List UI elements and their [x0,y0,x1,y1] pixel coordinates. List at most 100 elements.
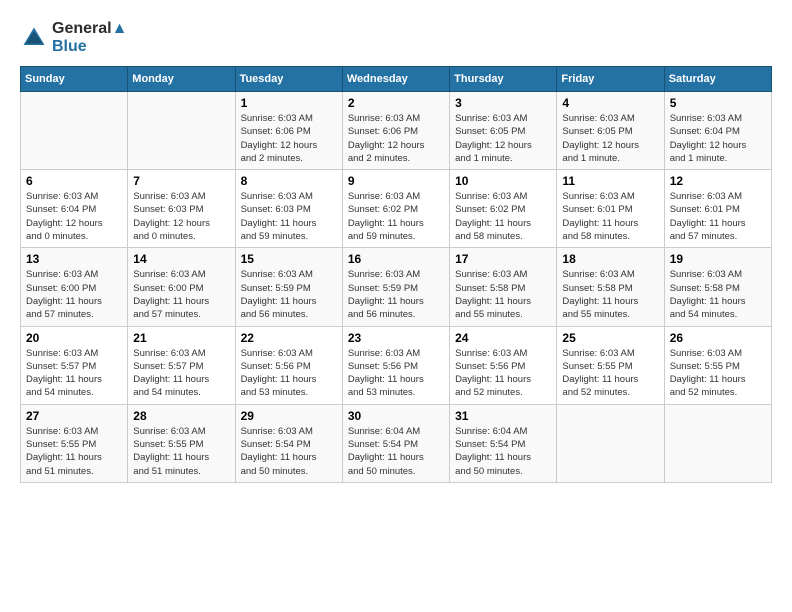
calendar-cell: 9 Sunrise: 6:03 AM Sunset: 6:02 PM Daylig… [342,170,449,248]
calendar-cell: 4Sunrise: 6:03 AM Sunset: 6:05 PM Daylig… [557,92,664,170]
day-number: 27 [26,409,122,423]
calendar-cell: 29 Sunrise: 6:03 AM Sunset: 5:54 PM Dayli… [235,404,342,482]
day-info: Sunrise: 6:03 AM Sunset: 6:04 PM Dayligh… [670,112,766,165]
day-info: Sunrise: 6:03 AM Sunset: 6:05 PM Dayligh… [562,112,658,165]
calendar-cell: 21 Sunrise: 6:03 AM Sunset: 5:57 PM Dayli… [128,326,235,404]
calendar-cell: 22Sunrise: 6:03 AM Sunset: 5:56 PM Dayli… [235,326,342,404]
header: General▲ Blue [20,20,772,56]
day-info: Sunrise: 6:03 AM Sunset: 6:06 PM Dayligh… [241,112,337,165]
day-number: 28 [133,409,229,423]
calendar-cell: 26 Sunrise: 6:03 AM Sunset: 5:55 PM Dayli… [664,326,771,404]
day-number: 11 [562,174,658,188]
day-number: 24 [455,331,551,345]
day-number: 23 [348,331,444,345]
day-number: 20 [26,331,122,345]
calendar-cell: 8 Sunrise: 6:03 AM Sunset: 6:03 PM Daylig… [235,170,342,248]
day-number: 8 [241,174,337,188]
weekday-header-row: SundayMondayTuesdayWednesdayThursdayFrid… [21,67,772,92]
calendar-cell: 3Sunrise: 6:03 AM Sunset: 6:05 PM Daylig… [450,92,557,170]
day-number: 17 [455,252,551,266]
day-number: 2 [348,96,444,110]
calendar-cell: 10 Sunrise: 6:03 AM Sunset: 6:02 PM Dayli… [450,170,557,248]
day-info: Sunrise: 6:03 AM Sunset: 6:03 PM Dayligh… [241,190,337,243]
day-info: Sunrise: 6:03 AM Sunset: 5:55 PM Dayligh… [670,347,766,400]
day-number: 25 [562,331,658,345]
day-info: Sunrise: 6:03 AM Sunset: 5:57 PM Dayligh… [133,347,229,400]
calendar-cell [21,92,128,170]
day-number: 19 [670,252,766,266]
calendar-cell: 30Sunrise: 6:04 AM Sunset: 5:54 PM Dayli… [342,404,449,482]
day-info: Sunrise: 6:03 AM Sunset: 5:55 PM Dayligh… [26,425,122,478]
calendar-cell: 7Sunrise: 6:03 AM Sunset: 6:03 PM Daylig… [128,170,235,248]
day-info: Sunrise: 6:03 AM Sunset: 6:00 PM Dayligh… [26,268,122,321]
calendar-cell: 19 Sunrise: 6:03 AM Sunset: 5:58 PM Dayli… [664,248,771,326]
day-number: 9 [348,174,444,188]
day-number: 7 [133,174,229,188]
day-number: 31 [455,409,551,423]
calendar-cell: 25 Sunrise: 6:03 AM Sunset: 5:55 PM Dayli… [557,326,664,404]
calendar-cell: 18 Sunrise: 6:03 AM Sunset: 5:58 PM Dayli… [557,248,664,326]
weekday-header-friday: Friday [557,67,664,92]
day-info: Sunrise: 6:04 AM Sunset: 5:54 PM Dayligh… [348,425,444,478]
calendar-cell: 20 Sunrise: 6:03 AM Sunset: 5:57 PM Dayli… [21,326,128,404]
day-info: Sunrise: 6:03 AM Sunset: 5:59 PM Dayligh… [241,268,337,321]
day-info: Sunrise: 6:03 AM Sunset: 5:57 PM Dayligh… [26,347,122,400]
day-info: Sunrise: 6:03 AM Sunset: 5:56 PM Dayligh… [455,347,551,400]
weekday-header-monday: Monday [128,67,235,92]
day-info: Sunrise: 6:03 AM Sunset: 6:02 PM Dayligh… [455,190,551,243]
calendar-cell: 12 Sunrise: 6:03 AM Sunset: 6:01 PM Dayli… [664,170,771,248]
calendar-cell: 27 Sunrise: 6:03 AM Sunset: 5:55 PM Dayli… [21,404,128,482]
day-number: 10 [455,174,551,188]
calendar-cell: 15Sunrise: 6:03 AM Sunset: 5:59 PM Dayli… [235,248,342,326]
calendar-cell: 5Sunrise: 6:03 AM Sunset: 6:04 PM Daylig… [664,92,771,170]
day-info: Sunrise: 6:03 AM Sunset: 6:02 PM Dayligh… [348,190,444,243]
weekday-header-thursday: Thursday [450,67,557,92]
day-info: Sunrise: 6:03 AM Sunset: 6:01 PM Dayligh… [562,190,658,243]
logo: General▲ Blue [20,20,127,56]
calendar-cell [557,404,664,482]
day-number: 16 [348,252,444,266]
day-number: 13 [26,252,122,266]
day-info: Sunrise: 6:03 AM Sunset: 5:58 PM Dayligh… [455,268,551,321]
day-info: Sunrise: 6:03 AM Sunset: 6:06 PM Dayligh… [348,112,444,165]
day-number: 18 [562,252,658,266]
day-number: 1 [241,96,337,110]
day-number: 26 [670,331,766,345]
calendar-cell: 23 Sunrise: 6:03 AM Sunset: 5:56 PM Dayli… [342,326,449,404]
calendar-cell: 24 Sunrise: 6:03 AM Sunset: 5:56 PM Dayli… [450,326,557,404]
weekday-header-sunday: Sunday [21,67,128,92]
day-info: Sunrise: 6:03 AM Sunset: 5:55 PM Dayligh… [562,347,658,400]
week-row-1: 1 Sunrise: 6:03 AM Sunset: 6:06 PM Daylig… [21,92,772,170]
week-row-5: 27 Sunrise: 6:03 AM Sunset: 5:55 PM Dayli… [21,404,772,482]
week-row-4: 20 Sunrise: 6:03 AM Sunset: 5:57 PM Dayli… [21,326,772,404]
calendar-cell: 17 Sunrise: 6:03 AM Sunset: 5:58 PM Dayli… [450,248,557,326]
calendar-cell [664,404,771,482]
day-number: 29 [241,409,337,423]
day-info: Sunrise: 6:04 AM Sunset: 5:54 PM Dayligh… [455,425,551,478]
day-info: Sunrise: 6:03 AM Sunset: 5:58 PM Dayligh… [670,268,766,321]
day-number: 22 [241,331,337,345]
calendar-cell: 11 Sunrise: 6:03 AM Sunset: 6:01 PM Dayli… [557,170,664,248]
calendar-cell: 31 Sunrise: 6:04 AM Sunset: 5:54 PM Dayli… [450,404,557,482]
week-row-3: 13 Sunrise: 6:03 AM Sunset: 6:00 PM Dayli… [21,248,772,326]
day-number: 6 [26,174,122,188]
day-info: Sunrise: 6:03 AM Sunset: 6:01 PM Dayligh… [670,190,766,243]
calendar-cell: 16 Sunrise: 6:03 AM Sunset: 5:59 PM Dayli… [342,248,449,326]
day-info: Sunrise: 6:03 AM Sunset: 5:59 PM Dayligh… [348,268,444,321]
day-number: 21 [133,331,229,345]
weekday-header-saturday: Saturday [664,67,771,92]
day-info: Sunrise: 6:03 AM Sunset: 5:56 PM Dayligh… [348,347,444,400]
weekday-header-wednesday: Wednesday [342,67,449,92]
week-row-2: 6Sunrise: 6:03 AM Sunset: 6:04 PM Daylig… [21,170,772,248]
day-number: 14 [133,252,229,266]
day-info: Sunrise: 6:03 AM Sunset: 6:00 PM Dayligh… [133,268,229,321]
day-info: Sunrise: 6:03 AM Sunset: 5:55 PM Dayligh… [133,425,229,478]
day-number: 3 [455,96,551,110]
calendar-table: SundayMondayTuesdayWednesdayThursdayFrid… [20,66,772,483]
calendar-cell: 13 Sunrise: 6:03 AM Sunset: 6:00 PM Dayli… [21,248,128,326]
calendar-cell: 6Sunrise: 6:03 AM Sunset: 6:04 PM Daylig… [21,170,128,248]
day-info: Sunrise: 6:03 AM Sunset: 5:54 PM Dayligh… [241,425,337,478]
calendar-cell: 2 Sunrise: 6:03 AM Sunset: 6:06 PM Daylig… [342,92,449,170]
day-number: 12 [670,174,766,188]
day-info: Sunrise: 6:03 AM Sunset: 5:58 PM Dayligh… [562,268,658,321]
